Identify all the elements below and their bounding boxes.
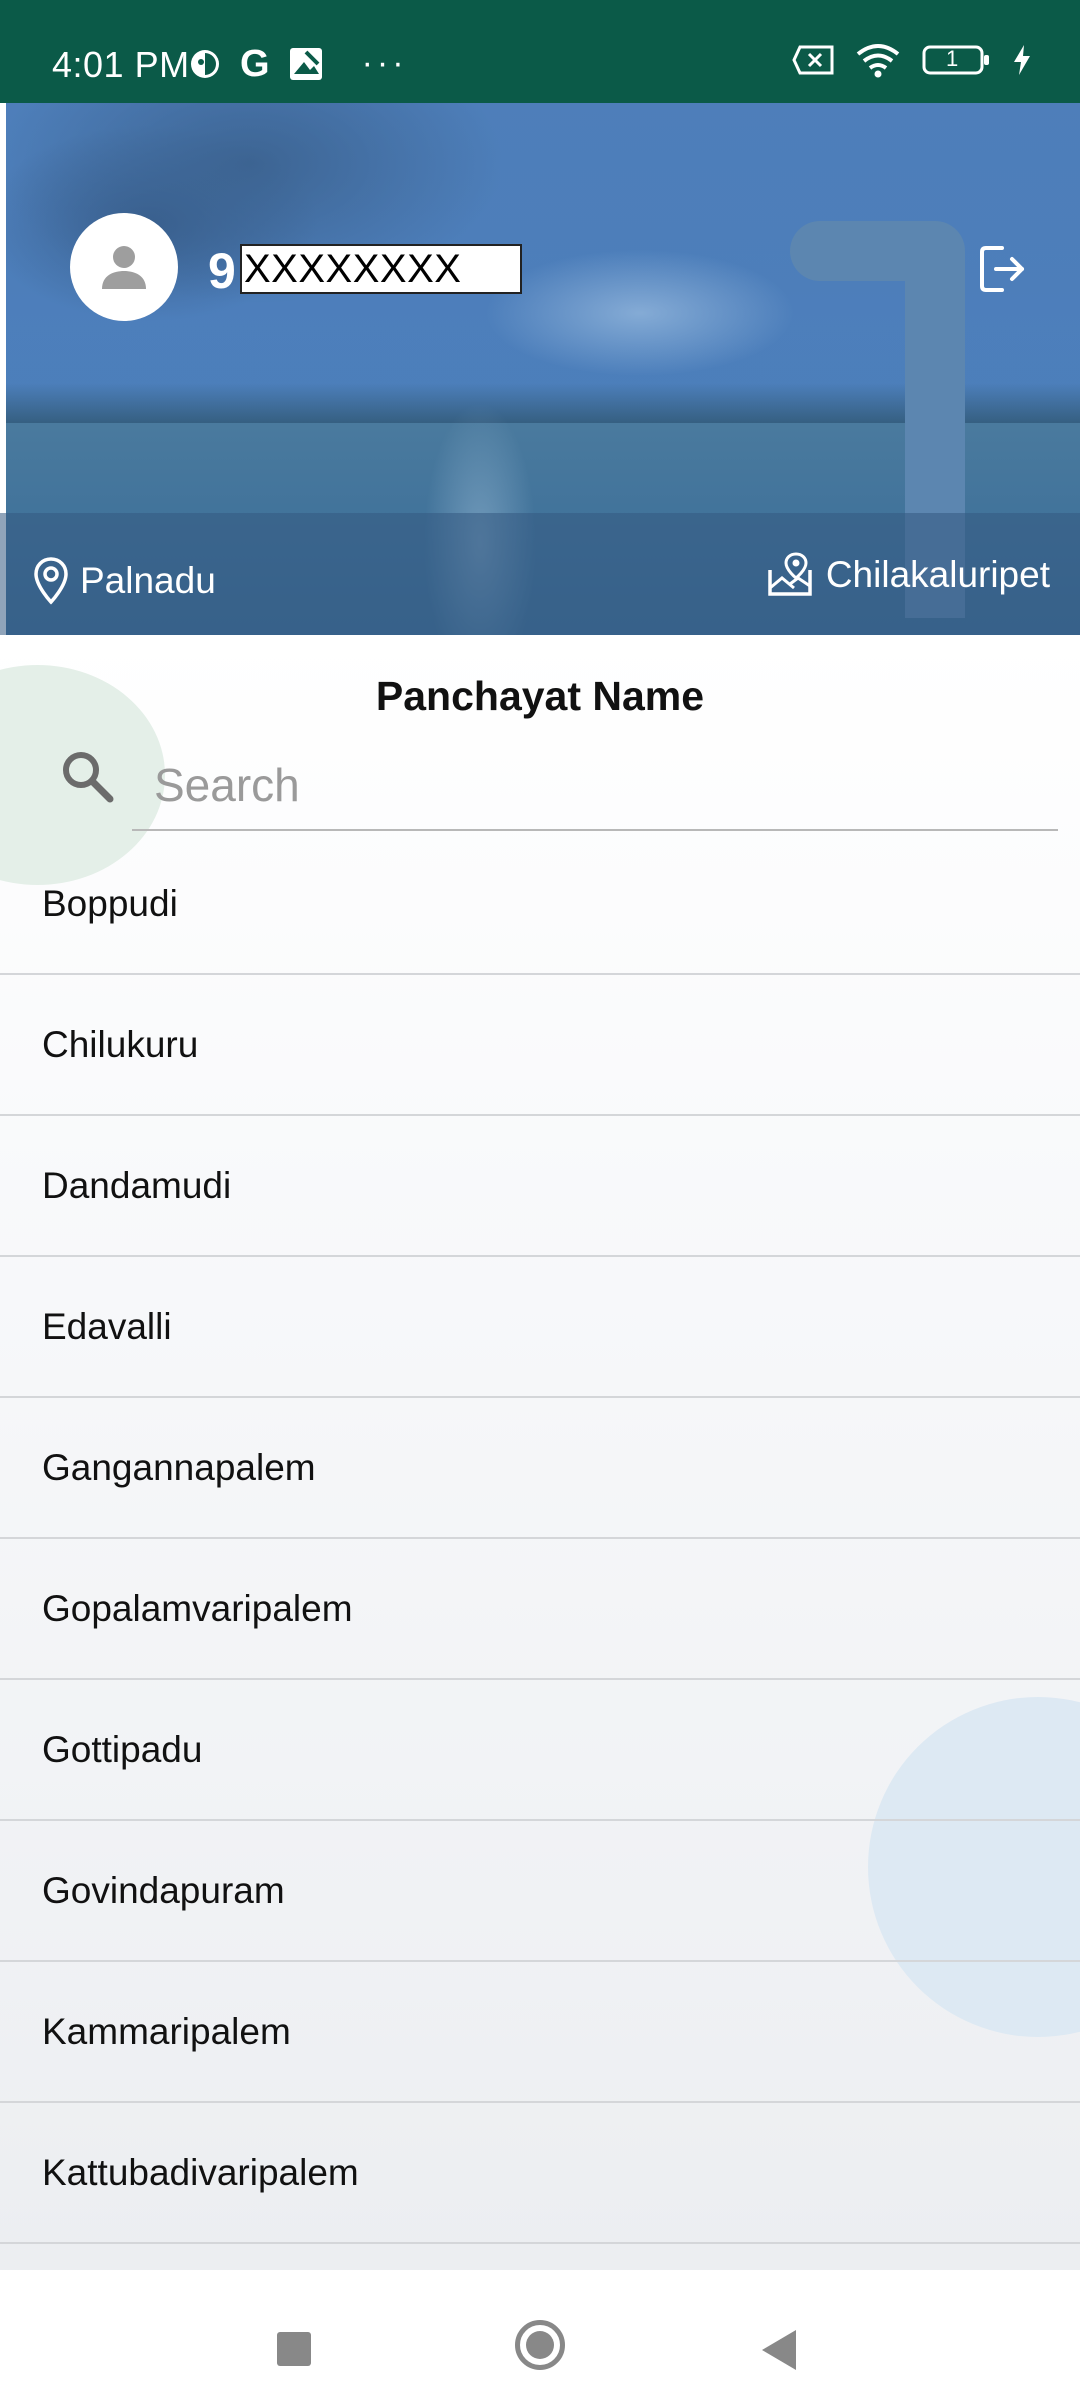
panchayat-panel: Panchayat Name Boppudi Chilukuru Dandamudi… [0,635,1080,2270]
google-icon: G [240,42,270,85]
list-item[interactable]: Kammaripalem [0,1962,1080,2103]
status-system-icons: 1 [792,42,1032,78]
recents-button[interactable] [277,2332,311,2366]
list-item[interactable]: Kattubadivaripalem [0,2103,1080,2244]
more-notifications-icon: ··· [361,44,408,82]
phone-number-masked: XXXXXXXX [240,244,522,294]
page-title: Panchayat Name [375,673,705,719]
wifi-icon [854,42,902,78]
mandal-name: Chilakaluripet [825,554,1050,595]
panchayat-name: Boppudi [42,883,178,924]
phone-number-prefix: 9 [208,243,236,299]
back-button[interactable] [762,2330,796,2370]
panchayat-name: Gopalamvaripalem [42,1587,353,1629]
no-sim-icon [792,45,834,75]
map-pin-icon [768,552,812,596]
panchayat-list: Boppudi Chilukuru Dandamudi Edavalli Gangann… [0,835,1080,2244]
location-pin-icon [34,557,68,605]
status-bar: 4:01 PM G ··· 1 [0,0,1080,103]
panchayat-name: Gottipadu [42,1728,203,1770]
panchayat-name: Gangannapalem [42,1446,316,1488]
panchayat-name: Dandamudi [42,1164,232,1206]
home-button[interactable] [515,2320,565,2370]
system-nav-bar [0,2270,1080,2400]
search-field [132,735,1058,831]
list-item[interactable]: Gottipadu [0,1680,1080,1821]
status-notification-icons: G ··· [188,44,408,83]
panchayat-name: Kattubadivaripalem [42,2151,359,2193]
logout-icon [980,246,1024,292]
person-icon [102,246,146,289]
search-input[interactable] [154,745,1034,825]
panchayat-name: Kammaripalem [42,2010,291,2052]
district-name: Palnadu [80,560,216,601]
data-saver-icon [188,47,222,81]
panchayat-name: Govindapuram [42,1869,285,1911]
avatar[interactable] [70,213,178,321]
list-item[interactable]: Gangannapalem [0,1398,1080,1539]
mandal-info: Chilakaluripet [766,552,1050,598]
status-time: 4:01 PM [52,44,190,85]
gallery-icon [288,46,324,82]
list-item[interactable]: Edavalli [0,1257,1080,1398]
battery-icon: 1 [922,44,992,76]
list-item[interactable]: Chilukuru [0,975,1080,1116]
list-item[interactable]: Dandamudi [0,1116,1080,1257]
panchayat-name: Chilukuru [42,1023,199,1065]
panchayat-name: Edavalli [42,1305,172,1347]
list-item[interactable]: Boppudi [0,835,1080,975]
list-item[interactable]: Gopalamvaripalem [0,1539,1080,1680]
search-icon [63,752,114,803]
list-item[interactable]: Govindapuram [0,1821,1080,1962]
district-info: Palnadu [32,556,216,606]
logout-button[interactable] [978,242,1028,296]
charging-icon [1012,44,1032,76]
battery-level: 1 [946,46,959,71]
